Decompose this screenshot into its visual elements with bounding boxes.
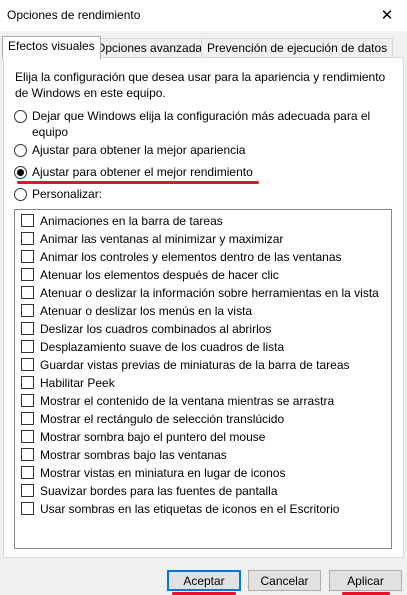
list-item[interactable]: Guardar vistas previas de miniaturas de … [21, 356, 350, 373]
checkbox[interactable] [21, 340, 34, 353]
list-item[interactable]: Mostrar sombra bajo el puntero del mouse [21, 428, 265, 445]
checkbox[interactable] [21, 250, 34, 263]
radio-button[interactable] [14, 110, 27, 123]
checkbox-label: Animar los controles y elementos dentro … [40, 249, 342, 264]
list-item[interactable]: Deslizar los cuadros combinados al abrir… [21, 320, 271, 337]
checkbox-label: Mostrar vistas en miniatura en lugar de … [40, 465, 286, 480]
checkbox[interactable] [21, 286, 34, 299]
list-item[interactable]: Mostrar el rectángulo de selección trans… [21, 410, 284, 427]
radio-label: Dejar que Windows elija la configuración… [32, 109, 371, 139]
list-item[interactable]: Desplazamiento suave de los cuadros de l… [21, 338, 284, 355]
list-item[interactable]: Animaciones en la barra de tareas [21, 212, 223, 229]
checkbox-label: Animaciones en la barra de tareas [40, 213, 223, 228]
checkbox[interactable] [21, 448, 34, 461]
checkbox-label: Atenuar o deslizar los menús en la vista [40, 303, 253, 318]
list-item[interactable]: Usar sombras en las etiquetas de iconos … [21, 500, 339, 517]
effects-checklist[interactable]: Animaciones en la barra de tareas Animar… [14, 209, 392, 549]
checkbox[interactable] [21, 412, 34, 425]
checkbox[interactable] [21, 502, 34, 515]
list-item[interactable]: Mostrar sombras bajo las ventanas [21, 446, 227, 463]
checkbox-label: Deslizar los cuadros combinados al abrir… [40, 321, 272, 336]
tab-strip: Efectos visuales Opciones avanzadas Prev… [0, 36, 407, 59]
checkbox[interactable] [21, 358, 34, 371]
list-item[interactable]: Habilitar Peek [21, 374, 115, 391]
tab-label: Efectos visuales [8, 39, 95, 53]
list-item[interactable]: Mostrar el contenido de la ventana mient… [21, 392, 334, 409]
checkbox-label: Guardar vistas previas de miniaturas de … [40, 357, 350, 372]
checkbox-label: Mostrar sombra bajo el puntero del mouse [40, 429, 266, 444]
list-item[interactable]: Atenuar o deslizar los menús en la vista [21, 302, 252, 319]
checkbox[interactable] [21, 394, 34, 407]
checkbox[interactable] [21, 232, 34, 245]
close-button[interactable]: ✕ [367, 0, 407, 30]
list-item[interactable]: Atenuar los elementos después de hacer c… [21, 266, 279, 283]
apply-button[interactable]: Aplicar [329, 570, 402, 591]
checkbox-label: Suavizar bordes para las fuentes de pant… [40, 483, 278, 498]
radio-label: Personalizar: [32, 187, 103, 201]
list-item[interactable]: Animar los controles y elementos dentro … [21, 248, 342, 265]
radio-custom[interactable]: Personalizar: [14, 186, 387, 202]
checkbox[interactable] [21, 376, 34, 389]
button-label: Aceptar [183, 573, 225, 588]
radio-label: Ajustar para obtener el mejor rendimient… [32, 165, 253, 179]
checkbox[interactable] [21, 430, 34, 443]
checkbox-label: Mostrar el rectángulo de selección trans… [40, 411, 285, 426]
checkbox-label: Atenuar o deslizar la información sobre … [40, 285, 379, 300]
checkbox-label: Desplazamiento suave de los cuadros de l… [40, 339, 285, 354]
performance-options-dialog: Opciones de rendimiento ✕ Efectos visual… [0, 0, 407, 595]
window-title: Opciones de rendimiento [7, 8, 141, 22]
radio-let-windows-choose[interactable]: Dejar que Windows elija la configuración… [14, 108, 387, 140]
visual-effects-panel: Elija la configuración que desea usar pa… [3, 57, 404, 558]
list-item[interactable]: Animar las ventanas al minimizar y maxim… [21, 230, 283, 247]
checkbox[interactable] [21, 466, 34, 479]
checkbox[interactable] [21, 322, 34, 335]
list-item[interactable]: Atenuar o deslizar la información sobre … [21, 284, 379, 301]
checkbox[interactable] [21, 484, 34, 497]
radio-button-selected[interactable] [14, 166, 27, 179]
radio-best-performance[interactable]: Ajustar para obtener el mejor rendimient… [14, 164, 387, 180]
checkbox-label: Habilitar Peek [40, 375, 115, 390]
list-item[interactable]: Suavizar bordes para las fuentes de pant… [21, 482, 278, 499]
tab-label: Opciones avanzadas [96, 41, 209, 55]
list-item[interactable]: Mostrar vistas en miniatura en lugar de … [21, 464, 285, 481]
checkbox-label: Mostrar el contenido de la ventana mient… [40, 393, 335, 408]
checkbox-label: Usar sombras en las etiquetas de iconos … [40, 501, 340, 516]
checkbox[interactable] [21, 268, 34, 281]
description-text: Elija la configuración que desea usar pa… [15, 70, 386, 100]
checkbox[interactable] [21, 214, 34, 227]
radio-label: Ajustar para obtener la mejor apariencia [32, 143, 246, 157]
checkbox-label: Mostrar sombras bajo las ventanas [40, 447, 227, 462]
cancel-button[interactable]: Cancelar [248, 570, 321, 591]
checkbox[interactable] [21, 304, 34, 317]
checkbox-label: Atenuar los elementos después de hacer c… [40, 267, 279, 282]
radio-button[interactable] [14, 188, 27, 201]
tab-label: Prevención de ejecución de datos [207, 41, 388, 55]
tab-visual-effects[interactable]: Efectos visuales [2, 36, 101, 59]
accept-button[interactable]: Aceptar [167, 570, 241, 591]
red-annotation-underline [17, 181, 259, 184]
close-icon: ✕ [380, 7, 394, 24]
radio-best-appearance[interactable]: Ajustar para obtener la mejor apariencia [14, 142, 387, 158]
button-label: Cancelar [260, 573, 309, 588]
title-bar: Opciones de rendimiento ✕ [0, 0, 407, 31]
button-label: Aplicar [347, 573, 384, 588]
checkbox-label: Animar las ventanas al minimizar y maxim… [40, 231, 284, 246]
tab-advanced-options[interactable]: Opciones avanzadas [90, 38, 215, 58]
radio-button[interactable] [14, 144, 27, 157]
tab-data-execution-prevention[interactable]: Prevención de ejecución de datos [201, 38, 394, 58]
